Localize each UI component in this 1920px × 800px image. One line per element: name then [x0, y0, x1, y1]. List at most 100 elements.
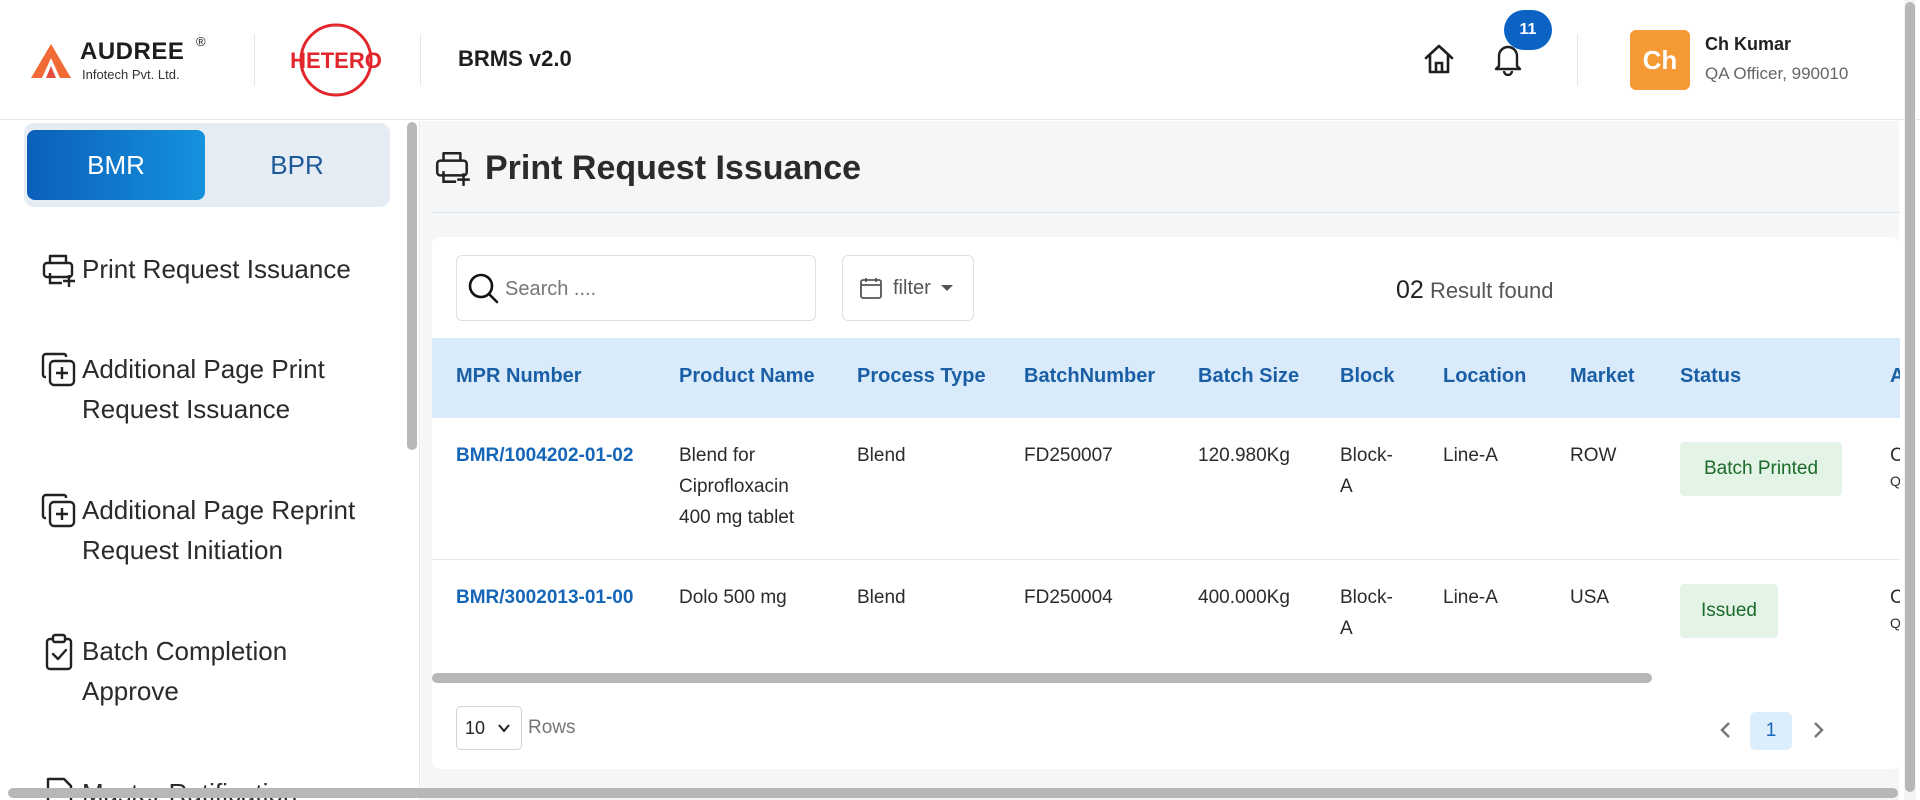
calendar-icon	[860, 278, 882, 299]
sidebar-item-label: Print Request Issuance	[82, 254, 351, 284]
app-header: AUDREE ® Infotech Pvt. Ltd. HETERO BRMS …	[0, 0, 1920, 120]
sidebar-item-label: Additional Page Print Request Issuance	[82, 354, 325, 424]
page-vertical-scrollbar-track	[1904, 0, 1916, 800]
page-number-button[interactable]: 1	[1750, 712, 1792, 750]
sidebar-item-print-request-issuance[interactable]: Print Request Issuance	[40, 249, 380, 289]
block-cell: Block- A	[1340, 440, 1393, 502]
product-name-cell: Blend for Ciprofloxacin 400 mg tablet	[679, 440, 794, 533]
product-name-cell: Dolo 500 mg	[679, 587, 787, 608]
page-vertical-scrollbar[interactable]	[1905, 2, 1915, 792]
rows-per-page-value: 10	[465, 717, 486, 738]
search-field[interactable]	[456, 255, 816, 321]
printer-plus-icon	[435, 152, 470, 186]
sidebar-item-batch-completion-approve[interactable]: Batch Completion Approve	[40, 631, 380, 711]
copy-plus-icon	[41, 352, 76, 387]
mpr-number-link[interactable]: BMR/3002013-01-00	[456, 582, 633, 613]
product-name-line: Ciprofloxacin	[679, 476, 789, 497]
hetero-logo: HETERO	[288, 22, 384, 98]
printer-plus-icon	[42, 254, 75, 287]
sidebar-scrollbar[interactable]	[407, 122, 417, 450]
column-header[interactable]: Location	[1443, 365, 1526, 388]
chevron-left-icon[interactable]	[1716, 720, 1736, 740]
sidebar-item-additional-page-reprint[interactable]: Additional Page Reprint Request Initiati…	[40, 490, 380, 570]
sidebar: BMR BPR Print Request Issuance Additiona…	[0, 121, 420, 800]
search-input[interactable]	[505, 272, 805, 306]
result-count-label: Result found	[1429, 278, 1554, 303]
search-icon	[468, 273, 499, 304]
action-line: Ch	[1890, 587, 1900, 608]
sidebar-item-additional-page-print[interactable]: Additional Page Print Request Issuance	[40, 349, 380, 429]
block-line: A	[1340, 618, 1353, 639]
column-header[interactable]: Status	[1680, 365, 1741, 388]
location-cell: Line-A	[1443, 445, 1498, 466]
table-header: MPR Number Product Name Process Type Bat…	[432, 338, 1900, 418]
action-line: QA	[1890, 473, 1900, 489]
column-header[interactable]: MPR Number	[456, 365, 582, 388]
user-name: Ch Kumar	[1705, 34, 1792, 54]
copy-plus-icon	[41, 493, 76, 528]
filter-label: filter	[893, 276, 931, 299]
page-title: Print Request Issuance	[485, 148, 862, 187]
tab-bpr[interactable]: BPR	[208, 130, 386, 200]
batch-size-cell: 400.000Kg	[1198, 587, 1290, 608]
sidebar-item-label: Additional Page Reprint Request Initiati…	[82, 495, 356, 565]
caret-down-icon	[940, 285, 953, 291]
process-type-cell: Blend	[857, 445, 906, 466]
hetero-logo-text: HETERO	[290, 48, 382, 73]
process-type-cell: Blend	[857, 587, 906, 608]
product-name-line: Blend for	[679, 445, 756, 466]
user-role: QA Officer, 990010	[1705, 64, 1849, 83]
clipboard-check-icon	[45, 633, 73, 671]
header-divider	[254, 34, 255, 86]
filter-button[interactable]: filter	[842, 255, 974, 321]
header-divider	[1577, 34, 1578, 86]
record-type-tabs: BMR BPR	[24, 123, 390, 207]
page-horizontal-scrollbar[interactable]	[8, 788, 1898, 798]
block-line: A	[1340, 476, 1353, 497]
product-name-line: 400 mg tablet	[679, 507, 795, 528]
chevron-down-icon	[498, 724, 510, 733]
table-horizontal-scrollbar[interactable]	[432, 673, 1652, 683]
batch-number-cell: FD250004	[1024, 587, 1113, 608]
action-line: Ch	[1890, 445, 1900, 466]
registered-mark: ®	[196, 34, 206, 49]
table-row: BMR/3002013-01-00 Dolo 500 mg Blend FD25…	[432, 560, 1900, 668]
location-cell: Line-A	[1443, 587, 1498, 608]
tab-bmr[interactable]: BMR	[27, 130, 205, 200]
audree-logo-icon	[31, 44, 71, 78]
rows-per-page-select[interactable]: 10	[456, 706, 522, 750]
result-count-number: 02	[1396, 276, 1424, 304]
header-divider	[420, 34, 421, 86]
batch-size-cell: 120.980Kg	[1198, 445, 1290, 466]
batch-number-cell: FD250007	[1024, 445, 1113, 466]
sidebar-item-label: Batch Completion Approve	[82, 636, 288, 706]
status-badge: Batch Printed	[1680, 442, 1842, 496]
block-line: Block-	[1340, 445, 1393, 466]
mpr-number-link[interactable]: BMR/1004202-01-02	[456, 440, 633, 471]
company-subtitle: Infotech Pvt. Ltd.	[82, 67, 180, 82]
home-icon[interactable]	[1422, 42, 1456, 76]
notification-badge[interactable]: 11	[1504, 10, 1552, 50]
avatar[interactable]: Ch	[1630, 30, 1690, 90]
column-header[interactable]: Block	[1340, 365, 1394, 388]
market-cell: USA	[1570, 587, 1610, 608]
action-line: QA	[1890, 615, 1900, 631]
table-row: BMR/1004202-01-02 Blend for Ciprofloxaci…	[432, 418, 1900, 560]
result-count: 02 Result found	[1396, 276, 1553, 305]
status-badge: Issued	[1680, 584, 1778, 638]
column-header[interactable]: Market	[1570, 365, 1634, 388]
column-header[interactable]: Product Name	[679, 365, 815, 388]
audree-logo: AUDREE ® Infotech Pvt. Ltd.	[30, 34, 220, 84]
column-header[interactable]: Batch Size	[1198, 365, 1299, 388]
column-header[interactable]: Ac	[1890, 365, 1900, 388]
divider	[432, 212, 1900, 213]
column-header[interactable]: Process Type	[857, 365, 986, 388]
data-table: MPR Number Product Name Process Type Bat…	[432, 338, 1900, 668]
company-name: AUDREE	[80, 38, 185, 65]
column-header[interactable]: BatchNumber	[1024, 365, 1155, 388]
page-header: Print Request Issuance	[433, 146, 861, 190]
action-cell: Ch QA	[1890, 440, 1900, 491]
block-line: Block-	[1340, 587, 1393, 608]
app-title: BRMS v2.0	[458, 46, 572, 71]
chevron-right-icon[interactable]	[1808, 720, 1828, 740]
